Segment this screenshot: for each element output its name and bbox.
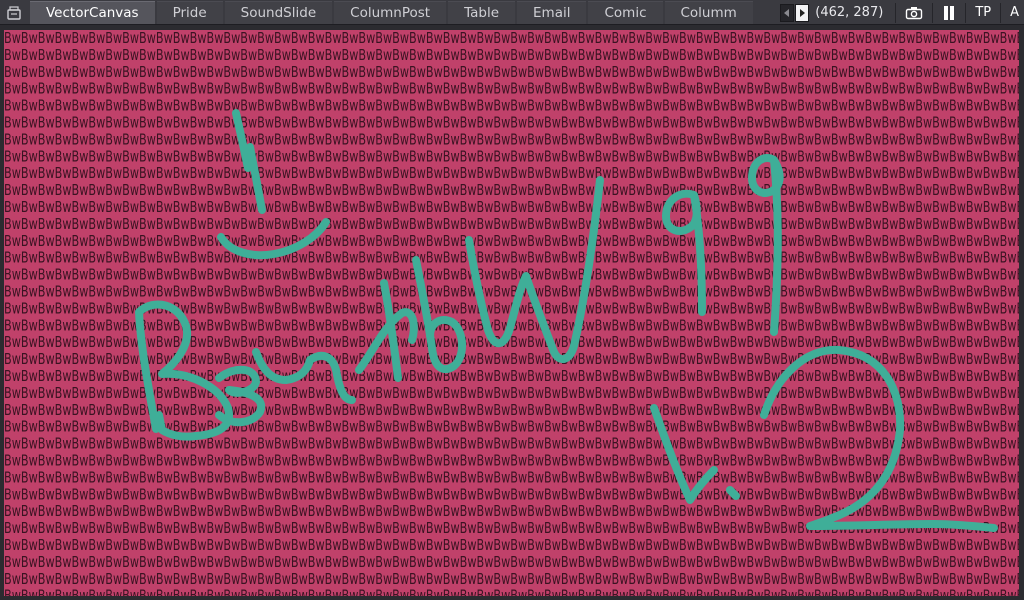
separator [965,2,967,23]
pattern-row: BwBwBwBwBwBwBwBwBwBwBwBwBwBwBwBwBwBwBwBw… [4,130,1019,148]
app-menu-icon[interactable] [5,4,23,22]
previous-button[interactable] [780,3,795,22]
separator [895,2,897,23]
arrow-right-icon [800,8,806,17]
pattern-row: BwBwBwBwBwBwBwBwBwBwBwBwBwBwBwBwBwBwBwBw… [4,553,1019,571]
pattern-row: BwBwBwBwBwBwBwBwBwBwBwBwBwBwBwBwBwBwBwBw… [4,570,1019,588]
pattern-row: BwBwBwBwBwBwBwBwBwBwBwBwBwBwBwBwBwBwBwBw… [4,30,1019,47]
pause-icon [944,5,955,20]
pattern-row: BwBwBwBwBwBwBwBwBwBwBwBwBwBwBwBwBwBwBwBw… [4,198,1019,216]
pattern-row: BwBwBwBwBwBwBwBwBwBwBwBwBwBwBwBwBwBwBwBw… [4,249,1019,267]
arrow-left-icon [784,8,790,17]
pattern-row: BwBwBwBwBwBwBwBwBwBwBwBwBwBwBwBwBwBwBwBw… [4,452,1019,470]
next-button[interactable] [795,3,810,22]
pattern-row: BwBwBwBwBwBwBwBwBwBwBwBwBwBwBwBwBwBwBwBw… [4,283,1019,301]
separator [1000,2,1002,23]
vector-canvas[interactable]: BwBwBwBwBwBwBwBwBwBwBwBwBwBwBwBwBwBwBwBw… [4,30,1019,596]
pattern-row: BwBwBwBwBwBwBwBwBwBwBwBwBwBwBwBwBwBwBwBw… [4,147,1019,165]
pattern-row: BwBwBwBwBwBwBwBwBwBwBwBwBwBwBwBwBwBwBwBw… [4,502,1019,520]
tab-soundslide[interactable]: SoundSlide [224,1,333,24]
tab-pride[interactable]: Pride [156,1,223,24]
pattern-row: BwBwBwBwBwBwBwBwBwBwBwBwBwBwBwBwBwBwBwBw… [4,333,1019,351]
canvas-area: BwBwBwBwBwBwBwBwBwBwBwBwBwBwBwBwBwBwBwBw… [0,25,1024,600]
tab-bar: VectorCanvas Pride SoundSlide ColumnPost Tab… [30,1,755,24]
tab-comic[interactable]: Comic [588,1,663,24]
separator [932,2,934,23]
pattern-row: BwBwBwBwBwBwBwBwBwBwBwBwBwBwBwBwBwBwBwBw… [4,215,1019,233]
a-button[interactable]: A [1005,1,1024,24]
stroke-dot [726,486,740,500]
pattern-row: BwBwBwBwBwBwBwBwBwBwBwBwBwBwBwBwBwBwBwBw… [4,63,1019,81]
screenshot-button[interactable] [900,1,928,24]
tab-email[interactable]: Email [517,1,587,24]
pattern-row: BwBwBwBwBwBwBwBwBwBwBwBwBwBwBwBwBwBwBwBw… [4,468,1019,486]
pattern-row: BwBwBwBwBwBwBwBwBwBwBwBwBwBwBwBwBwBwBwBw… [4,587,1019,596]
pattern-row: BwBwBwBwBwBwBwBwBwBwBwBwBwBwBwBwBwBwBwBw… [4,80,1019,98]
tab-columnpost[interactable]: ColumnPost [334,1,447,24]
tab-vectorcanvas[interactable]: VectorCanvas [30,1,155,24]
pattern-row: BwBwBwBwBwBwBwBwBwBwBwBwBwBwBwBwBwBwBwBw… [4,232,1019,250]
drawing-surface[interactable]: BwBwBwBwBwBwBwBwBwBwBwBwBwBwBwBwBwBwBwBw… [4,30,1019,596]
pattern-row: BwBwBwBwBwBwBwBwBwBwBwBwBwBwBwBwBwBwBwBw… [4,46,1019,64]
pattern-row: BwBwBwBwBwBwBwBwBwBwBwBwBwBwBwBwBwBwBwBw… [4,97,1019,115]
pause-button[interactable] [937,1,961,24]
pattern-row: BwBwBwBwBwBwBwBwBwBwBwBwBwBwBwBwBwBwBwBw… [4,367,1019,385]
pattern-row: BwBwBwBwBwBwBwBwBwBwBwBwBwBwBwBwBwBwBwBw… [4,114,1019,132]
camera-icon [906,6,923,19]
tab-table[interactable]: Table [448,1,516,24]
tab-columm[interactable]: Columm [664,1,753,24]
pattern-row: BwBwBwBwBwBwBwBwBwBwBwBwBwBwBwBwBwBwBwBw… [4,181,1019,199]
pattern-row: BwBwBwBwBwBwBwBwBwBwBwBwBwBwBwBwBwBwBwBw… [4,536,1019,554]
pattern-row: BwBwBwBwBwBwBwBwBwBwBwBwBwBwBwBwBwBwBwBw… [4,435,1019,453]
cursor-coordinates: (462, 287) [815,5,884,20]
pattern-row: BwBwBwBwBwBwBwBwBwBwBwBwBwBwBwBwBwBwBwBw… [4,266,1019,284]
pattern-row: BwBwBwBwBwBwBwBwBwBwBwBwBwBwBwBwBwBwBwBw… [4,164,1019,182]
right-controls: (462, 287) TP A [780,1,1024,24]
tp-button[interactable]: TP [970,1,996,24]
top-toolbar: VectorCanvas Pride SoundSlide ColumnPost Tab… [0,0,1024,25]
pattern-row: BwBwBwBwBwBwBwBwBwBwBwBwBwBwBwBwBwBwBwBw… [4,384,1019,402]
